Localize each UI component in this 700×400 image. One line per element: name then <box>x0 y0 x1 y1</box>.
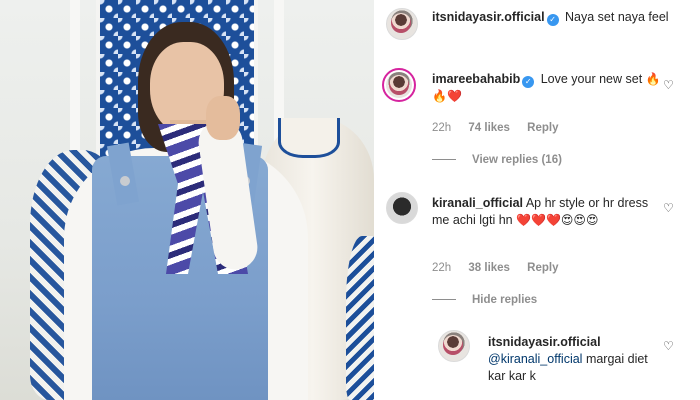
reply-body: itsnidayasir.official @kiranali_official… <box>488 334 668 385</box>
comment-username[interactable]: kiranali_official <box>432 196 523 210</box>
reply-button[interactable]: Reply <box>527 262 558 274</box>
heart-outline-icon[interactable]: ♡ <box>663 202 675 214</box>
caption-username[interactable]: itsnidayasir.official <box>432 10 545 24</box>
comment-time: 22h <box>432 122 452 134</box>
blue-vase-right <box>346 236 374 400</box>
commenter-avatar[interactable] <box>386 192 418 224</box>
overalls-button-left <box>120 176 130 186</box>
hide-replies-button[interactable]: Hide replies <box>432 294 537 306</box>
white-vase-neck <box>278 118 340 158</box>
caption-text: Naya set naya feel <box>565 10 669 24</box>
reply-username[interactable]: itsnidayasir.official <box>488 334 668 351</box>
reply-mention[interactable]: @kiranali_official <box>488 352 582 366</box>
comments-panel: itsnidayasir.official ✓ Naya set naya fee… <box>374 0 700 400</box>
verified-badge-icon: ✓ <box>546 14 559 26</box>
comment-likes[interactable]: 38 likes <box>468 262 510 274</box>
comment-body: kiranali_official Ap hr style or hr dres… <box>432 195 658 229</box>
post-photo[interactable] <box>0 0 374 400</box>
post-caption: itsnidayasir.official ✓ Naya set naya fee… <box>432 9 682 26</box>
comment-time: 22h <box>432 262 452 274</box>
heart-outline-icon[interactable]: ♡ <box>663 79 675 91</box>
verified-badge-icon: ✓ <box>522 76 535 88</box>
heart-outline-icon[interactable]: ♡ <box>663 340 675 352</box>
author-avatar[interactable] <box>386 8 418 40</box>
commenter-avatar[interactable] <box>382 68 416 102</box>
comment-text: Love your new set <box>540 72 643 86</box>
comment-emoji: ❤️❤️❤️😍😍😍 <box>516 213 599 227</box>
comment-meta: 22h 38 likes Reply <box>432 262 573 274</box>
hide-replies-label: Hide replies <box>472 294 538 306</box>
comment-body: imareebahabib ✓ Love your new set 🔥🔥❤️ <box>432 71 668 105</box>
view-replies-label: View replies (16) <box>472 154 562 166</box>
person-hand <box>206 96 240 140</box>
reply-author-avatar[interactable] <box>438 330 470 362</box>
comment-likes[interactable]: 74 likes <box>468 122 510 134</box>
view-replies-button[interactable]: View replies (16) <box>432 154 562 166</box>
comment-meta: 22h 74 likes Reply <box>432 122 573 134</box>
comment-username[interactable]: imareebahabib <box>432 72 520 86</box>
reply-button[interactable]: Reply <box>527 122 558 134</box>
